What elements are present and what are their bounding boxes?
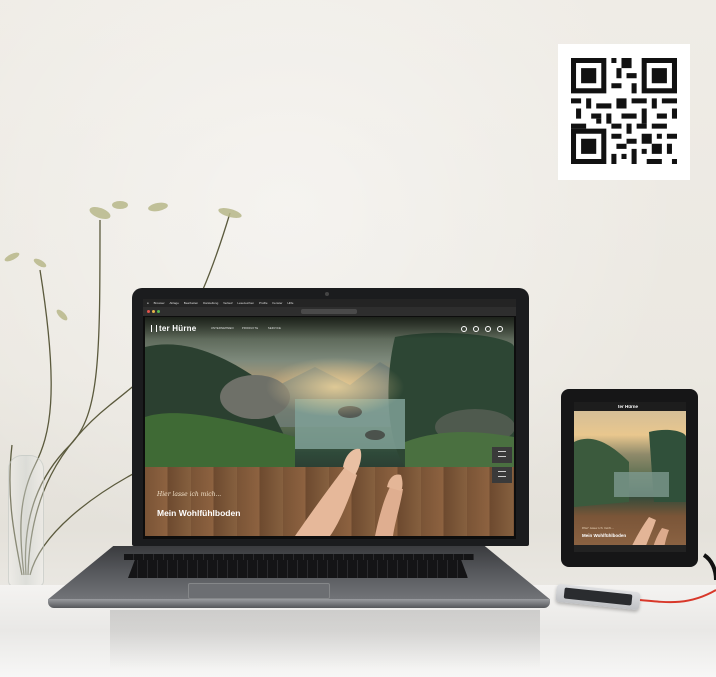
menu-item-verlauf[interactable]: Verlauf — [223, 301, 232, 305]
site-header — [145, 317, 514, 339]
tablet-screen: ter Hürne Hier lasse ich mich... Mein Wo… — [574, 402, 686, 552]
nav-unternehmen[interactable]: UNTERNEHMEN — [211, 327, 234, 330]
hero-headline: Mein Wohlfühlboden — [157, 508, 241, 518]
side-menu-button[interactable] — [492, 447, 512, 463]
address-bar[interactable] — [301, 309, 357, 314]
menu-item-ablage[interactable]: Ablage — [170, 301, 179, 305]
keyboard-top-row — [124, 554, 474, 560]
nav-produkte[interactable]: PRODUKTE — [242, 327, 258, 330]
website-hero: ter Hürne UNTERNEHMEN PRODUKTE SERVICE H… — [145, 317, 514, 536]
hero-legs — [295, 448, 403, 536]
tablet-logo[interactable]: ter Hürne — [618, 404, 638, 409]
tablet-bottom-bar — [574, 545, 686, 552]
menu-item-hilfe[interactable]: Hilfe — [287, 301, 293, 305]
mac-menubar: ● Browser Ablage Bearbeiten Darstellung … — [143, 299, 516, 307]
webcam-icon — [325, 292, 329, 296]
close-window-icon[interactable] — [147, 310, 150, 313]
location-icon[interactable] — [473, 326, 479, 332]
phone-screen — [563, 587, 633, 606]
menu-item-bearbeiten[interactable]: Bearbeiten — [184, 301, 199, 305]
logo-mark-icon — [151, 325, 157, 332]
menu-item-darstellung[interactable]: Darstellung — [203, 301, 218, 305]
search-icon[interactable] — [461, 326, 467, 332]
menu-item-fenster[interactable]: Fenster — [272, 301, 282, 305]
heart-icon[interactable] — [485, 326, 491, 332]
qr-code — [558, 44, 690, 180]
menu-item-profile[interactable]: Profile — [259, 301, 268, 305]
nav-service[interactable]: SERVICE — [268, 327, 281, 330]
side-contact-button[interactable] — [492, 467, 512, 483]
laptop-base — [48, 546, 550, 616]
tablet-headline: Mein Wohlfühlboden — [582, 533, 627, 538]
site-logo-text: ter Hürne — [159, 324, 197, 333]
tablet-tagline: Hier lasse ich mich... — [582, 526, 615, 530]
menu-item-lesezeichen[interactable]: Lesezeichen — [237, 301, 254, 305]
maximize-window-icon[interactable] — [157, 310, 160, 313]
apple-icon[interactable]: ● — [147, 301, 149, 305]
trackpad — [188, 583, 330, 599]
user-icon[interactable] — [497, 326, 503, 332]
keyboard — [128, 560, 468, 578]
site-logo[interactable]: ter Hürne — [151, 324, 196, 333]
laptop-screen: ● Browser Ablage Bearbeiten Darstellung … — [143, 299, 516, 539]
minimize-window-icon[interactable] — [152, 310, 155, 313]
qr-code-pattern — [571, 58, 677, 164]
menu-item-browser[interactable]: Browser — [154, 301, 165, 305]
hero-tagline: Hier lasse ich mich... — [157, 491, 222, 498]
glass-vase — [8, 455, 44, 587]
laptop-front-edge — [48, 599, 550, 608]
table-reflection — [110, 610, 540, 670]
